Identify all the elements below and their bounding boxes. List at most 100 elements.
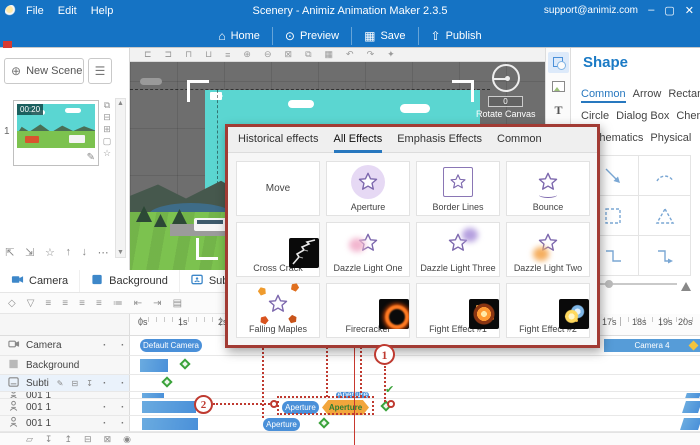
effects-tab-historical-effects[interactable]: Historical effects (238, 127, 319, 153)
text-tool-icon[interactable]: T (548, 100, 569, 121)
group-icon[interactable]: ≡ (225, 50, 230, 60)
effect-dazzle-light-two[interactable]: Dazzle Light Two (506, 222, 590, 277)
edit-subtitle-icon[interactable]: ✎ (57, 379, 64, 388)
home-button[interactable]: ⌂Home (206, 27, 272, 45)
effects-tab-emphasis-effects[interactable]: Emphasis Effects (397, 127, 482, 153)
toggle-dot[interactable]: · (103, 340, 106, 351)
rotate-canvas-dial[interactable] (492, 64, 520, 92)
edit-scene-icon[interactable]: ✎ (87, 152, 95, 163)
shape-tab-chemistry[interactable]: Chemistry (676, 110, 700, 122)
preview-button[interactable]: ⊙Preview (272, 27, 351, 45)
clip-object[interactable] (142, 418, 198, 430)
track-label[interactable]: 001 1 (0, 392, 130, 398)
rotate-canvas-value[interactable]: 0 (488, 96, 523, 107)
track-label[interactable]: 001 1·· (0, 416, 130, 431)
effect-move[interactable]: Move (236, 161, 320, 216)
folder-icon[interactable]: ▱ (26, 434, 33, 445)
bus[interactable] (194, 218, 228, 231)
export-up-icon[interactable]: ↥ (64, 434, 72, 445)
lock-icon[interactable]: ⊠ (104, 434, 112, 445)
account-email[interactable]: support@animiz.com (544, 5, 638, 16)
toggle-dot[interactable]: · (121, 378, 124, 389)
track-lane[interactable]: ApertureAperture (130, 399, 700, 415)
keyframe[interactable] (179, 358, 190, 369)
shape-item-arc-dashed[interactable] (638, 155, 691, 196)
toggle-dot[interactable]: · (103, 418, 106, 429)
track-lane[interactable]: Aperture (130, 392, 700, 398)
align-left-icon[interactable]: ⊏ (144, 49, 152, 60)
effect-bounce[interactable]: Bounce (506, 161, 590, 216)
move-left-icon[interactable]: ⇤ (134, 298, 142, 309)
effect-falling-maples[interactable]: Falling Maples (236, 283, 320, 338)
undo-icon[interactable]: ↶ (346, 49, 354, 60)
clip-object[interactable] (142, 401, 196, 413)
lock-icon[interactable]: ⊠ (285, 49, 293, 60)
scene-list-icon[interactable]: ☰ (88, 58, 112, 84)
move-down-icon[interactable]: ↓ (82, 246, 88, 259)
import-icon[interactable]: ↧ (45, 434, 53, 445)
effects-tab-common[interactable]: Common (497, 127, 542, 153)
paste-icon[interactable]: ▦ (325, 49, 334, 60)
export-scene-icon[interactable]: ⇲ (25, 246, 34, 259)
list-icon[interactable]: ▤ (173, 298, 182, 309)
effects-icon[interactable]: ✦ (387, 49, 395, 60)
align-bottom-icon[interactable]: ⊔ (205, 49, 212, 60)
move-right-icon[interactable]: ⇥ (153, 298, 161, 309)
shape-tab-rectangle[interactable]: Rectangle (668, 88, 700, 100)
effect-border-lines[interactable]: Border Lines (416, 161, 500, 216)
layer-button-background[interactable]: Background (80, 270, 180, 292)
toggle-dot[interactable]: · (121, 340, 124, 351)
align-clips-center-icon[interactable]: ≡ (62, 298, 68, 309)
effect-fight-effect-2[interactable]: Fight Effect #2 (506, 283, 590, 338)
track-label[interactable]: 001 1·· (0, 399, 130, 415)
clip-object[interactable] (685, 393, 700, 398)
scroll-up-icon[interactable]: ▲ (116, 100, 125, 107)
shape-tab-dialog-box[interactable]: Dialog Box (616, 110, 669, 122)
clip-object[interactable] (142, 393, 164, 398)
copy-scene-icon[interactable]: ⧉ (101, 100, 113, 111)
scroll-down-icon[interactable]: ▼ (116, 249, 125, 256)
shape-tab-common[interactable]: Common (581, 88, 626, 103)
track-lane[interactable] (130, 375, 700, 391)
slider-handle[interactable] (605, 280, 613, 288)
effects-tab-all-effects[interactable]: All Effects (334, 127, 383, 153)
timeline-zoom-slider[interactable] (585, 278, 691, 290)
clip-object[interactable] (680, 418, 700, 430)
maximize-button[interactable]: ▢ (664, 4, 674, 17)
effect-aperture[interactable]: Aperture (326, 161, 410, 216)
toggle-dot[interactable]: · (103, 402, 106, 413)
visibility-icon[interactable]: ◉ (123, 434, 131, 445)
import-scene-icon[interactable]: ⇱ (5, 246, 14, 259)
delete-icon[interactable]: ⊟ (84, 434, 92, 445)
track-label[interactable]: Subti✎⊟↧·· (0, 375, 130, 391)
image-tool-icon[interactable] (548, 76, 569, 97)
shape-tab-arrow[interactable]: Arrow (633, 88, 662, 100)
favorite-icon[interactable]: ☆ (45, 246, 55, 259)
move-up-icon[interactable]: ↑ (65, 246, 71, 259)
effect-fight-effect-1[interactable]: Fight Effect #1 (416, 283, 500, 338)
minimize-button[interactable]: – (648, 4, 654, 17)
more-icon[interactable]: ⋯ (98, 246, 109, 259)
shape-tool-icon[interactable] (548, 52, 569, 73)
clip-object[interactable] (682, 401, 700, 413)
copy-icon[interactable]: ⧉ (305, 49, 311, 60)
track-label[interactable]: Background (0, 356, 130, 374)
layer-button-camera[interactable]: Camera (0, 270, 80, 292)
align-clips-right-icon[interactable]: ≡ (79, 298, 85, 309)
track-lane[interactable] (130, 356, 700, 374)
effect-dazzle-light-one[interactable]: Dazzle Light One (326, 222, 410, 277)
effect-dazzle-light-three[interactable]: Dazzle Light Three (416, 222, 500, 277)
clip-default-camera[interactable]: Default Camera (140, 339, 202, 352)
effect-firecracker[interactable]: Firecracker (326, 283, 410, 338)
favorite-scene-icon[interactable]: ☆ (101, 148, 113, 159)
distribute-clips-icon[interactable]: ≡ (96, 298, 102, 309)
merge-icon[interactable]: ≔ (113, 298, 123, 309)
align-clips-left-icon[interactable]: ≡ (45, 298, 51, 309)
keyframe[interactable] (318, 417, 329, 428)
align-right-icon[interactable]: ⊐ (165, 49, 173, 60)
keyframe[interactable] (161, 376, 172, 387)
save-button[interactable]: ▦Save (351, 27, 417, 45)
toggle-dot[interactable]: · (103, 378, 106, 389)
zoom-out-icon[interactable]: ⊖ (264, 49, 272, 60)
new-scene-button[interactable]: ⊕ New Scene (4, 58, 84, 84)
